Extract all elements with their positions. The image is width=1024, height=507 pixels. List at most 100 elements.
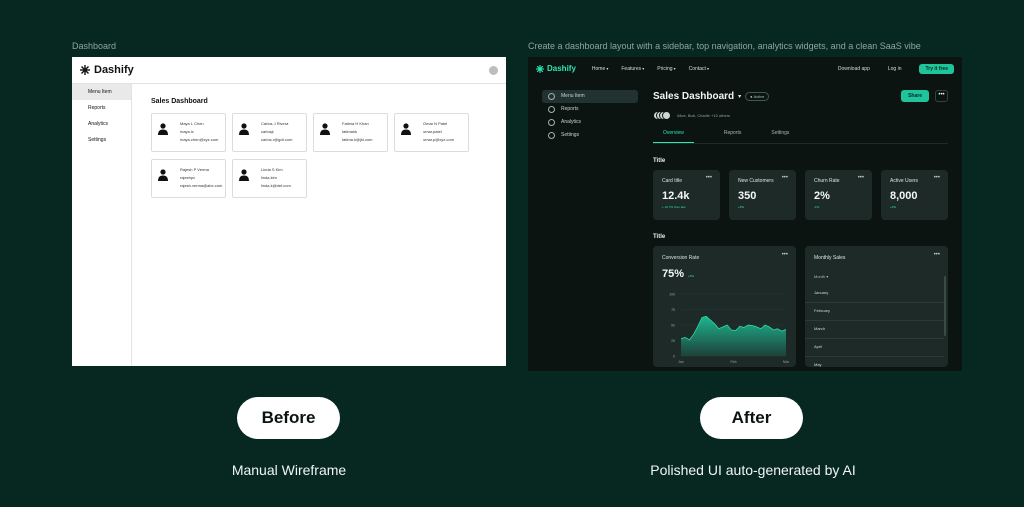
- card-value: 2%: [814, 190, 830, 202]
- user-icon: [239, 169, 249, 181]
- list-item[interactable]: March: [805, 320, 944, 339]
- conversion-rate-card: Conversion Rate ••• 75% +5% 0 25 50 75 100 Ja…: [653, 246, 796, 367]
- user-cards: Maya L Chen maya.lc maya.chen@xyz.com Carlo…: [151, 113, 506, 198]
- card-value: 75%: [662, 268, 685, 280]
- sidebar-item-menu[interactable]: Menu Item: [72, 84, 131, 100]
- dashboard-sidebar: Menu Item Reports Analytics Settings: [542, 90, 638, 142]
- user-card[interactable]: Omar N Patel omar.patel omar.p@xyz.com: [394, 113, 469, 152]
- more-options-button[interactable]: •••: [934, 175, 940, 181]
- card-delta: +3%: [890, 205, 897, 209]
- user-card[interactable]: Linda S Kim linda.kim linda.k@def.com: [232, 159, 307, 198]
- card-delta: +5%: [738, 205, 745, 209]
- left-caption: Dashboard: [72, 41, 117, 51]
- nav-features[interactable]: Features: [621, 66, 644, 72]
- wireframe-brand: Dashify: [94, 64, 134, 76]
- tab-settings[interactable]: Settings: [761, 130, 789, 143]
- nav-contact[interactable]: Contact: [689, 66, 709, 72]
- dashboard-logo[interactable]: Dashify: [536, 64, 576, 73]
- sidebar-item-analytics[interactable]: Analytics: [542, 116, 638, 129]
- nav-pricing[interactable]: Pricing: [657, 66, 675, 72]
- user-handle: linda.kim: [261, 175, 277, 180]
- tabs: Overview Reports Settings: [653, 130, 948, 144]
- right-subtitle: Polished UI auto-generated by AI: [650, 462, 856, 478]
- dashboard-screenshot: Dashify Home Features Pricing Contact Do…: [528, 57, 962, 371]
- user-handle: maya.lc: [180, 129, 194, 134]
- more-options-button[interactable]: •••: [934, 252, 940, 258]
- y-tick-label: 25: [671, 339, 675, 343]
- monthly-sales-card: Monthly Sales ••• Month ▾ January Februar…: [805, 246, 948, 367]
- user-card[interactable]: Carlos J Rivera carlosjr carlos.r@gdt.com: [232, 113, 307, 152]
- stat-card: Churn Rate ••• 2% -1%: [805, 170, 872, 220]
- asterisk-icon: [80, 65, 90, 75]
- card-title: Active Users: [890, 178, 919, 184]
- avatar: [662, 111, 671, 120]
- avatar[interactable]: [489, 65, 498, 75]
- card-delta: +5%: [688, 274, 695, 278]
- card-title: Card title: [662, 178, 683, 184]
- user-icon: [320, 123, 330, 135]
- stat-card: Card title ••• 12.4k + 10.7% from last: [653, 170, 720, 220]
- user-email: omar.p@xyz.com: [423, 137, 454, 142]
- user-icon: [401, 123, 411, 135]
- sidebar-item-settings[interactable]: Settings: [542, 129, 638, 142]
- login-link[interactable]: Log in: [888, 66, 902, 72]
- status-label: Active: [753, 93, 765, 99]
- wireframe-sidebar: Menu Item Reports Analytics Settings: [72, 84, 132, 366]
- card-title: Churn Rate: [814, 178, 840, 184]
- collaborators: Alice, Bob, Charlie +10 others: [653, 111, 948, 120]
- y-tick-label: 0: [673, 355, 675, 359]
- sidebar-item-settings[interactable]: Settings: [72, 132, 131, 148]
- download-app-link[interactable]: Download app: [838, 66, 870, 72]
- list-item[interactable]: April: [805, 338, 944, 357]
- wireframe-logo[interactable]: Dashify: [80, 64, 134, 76]
- sidebar-item-reports[interactable]: Reports: [542, 103, 638, 116]
- sidebar-item-label: Analytics: [561, 119, 582, 125]
- more-options-button[interactable]: •••: [935, 90, 948, 102]
- left-subtitle: Manual Wireframe: [231, 462, 347, 478]
- dashboard-content: Sales Dashboard ▾ ● Active Share ••• Ali…: [653, 90, 948, 367]
- list-item[interactable]: January: [805, 284, 944, 303]
- section-title: Title: [653, 158, 666, 164]
- user-name: Rajesh P Verma: [180, 167, 209, 172]
- user-card[interactable]: Rajesh P Verma rajeshpv rajesh.verma@abc.c…: [151, 159, 226, 198]
- user-card[interactable]: Maya L Chen maya.lc maya.chen@xyz.com: [151, 113, 226, 152]
- nav-home[interactable]: Home: [592, 66, 608, 72]
- eye-icon: [548, 106, 555, 113]
- wrench-icon: [548, 119, 555, 126]
- x-tick-label: Mar: [783, 360, 790, 364]
- tab-overview[interactable]: Overview: [653, 130, 694, 143]
- list-item[interactable]: May: [805, 356, 944, 367]
- tab-reports[interactable]: Reports: [714, 130, 742, 143]
- scrollbar[interactable]: [944, 276, 946, 336]
- wireframe-screenshot: Dashify Menu Item Reports Analytics Sett…: [72, 57, 506, 366]
- more-options-button[interactable]: •••: [706, 175, 712, 181]
- card-value: 8,000: [890, 190, 918, 202]
- sidebar-item-reports[interactable]: Reports: [72, 100, 131, 116]
- user-icon: [158, 169, 168, 181]
- chevron-down-icon[interactable]: ▾: [738, 93, 741, 100]
- share-button[interactable]: Share: [901, 90, 929, 102]
- user-card[interactable]: Fatima H Khan fatimahk fatima.k@jkl.com: [313, 113, 388, 152]
- sidebar-item-label: Settings: [561, 132, 580, 138]
- user-icon: [158, 123, 168, 135]
- x-tick-label: Feb: [730, 360, 736, 364]
- list-item[interactable]: February: [805, 302, 944, 321]
- user-icon: [239, 123, 249, 135]
- card-title: Conversion Rate: [662, 255, 700, 261]
- sidebar-item-menu[interactable]: Menu Item: [542, 90, 638, 103]
- stat-card: Active Users ••• 8,000 +3%: [881, 170, 948, 220]
- user-name: Fatima H Khan: [342, 121, 369, 126]
- user-handle: rajeshpv: [180, 175, 196, 180]
- user-handle: fatimahk: [342, 129, 358, 134]
- sidebar-item-analytics[interactable]: Analytics: [72, 116, 131, 132]
- status-badge: ● Active: [745, 91, 770, 101]
- gear-icon: [548, 132, 555, 139]
- card-value: 350: [738, 190, 757, 202]
- more-options-button[interactable]: •••: [858, 175, 864, 181]
- after-label: After: [700, 397, 803, 439]
- month-select[interactable]: Month ▾: [814, 274, 828, 279]
- stat-cards: Card title ••• 12.4k + 10.7% from last New C…: [653, 170, 948, 220]
- more-options-button[interactable]: •••: [782, 252, 788, 258]
- try-free-button[interactable]: Try it free: [919, 63, 954, 74]
- more-options-button[interactable]: •••: [782, 175, 788, 181]
